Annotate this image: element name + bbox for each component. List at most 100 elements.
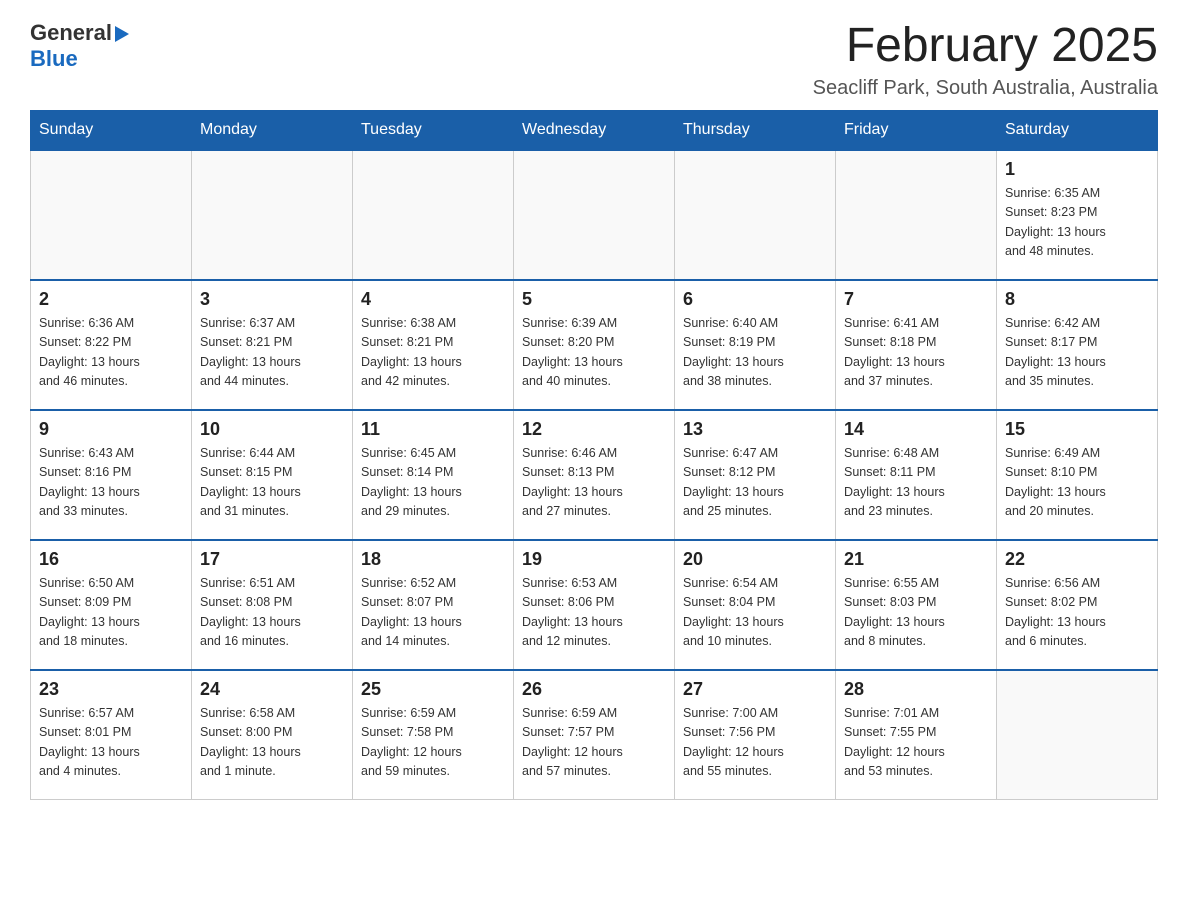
- calendar-week-row: 16 Sunrise: 6:50 AM Sunset: 8:09 PM Dayli…: [31, 540, 1158, 670]
- day-info: Sunrise: 7:01 AM Sunset: 7:55 PM Dayligh…: [844, 704, 988, 782]
- day-info: Sunrise: 6:37 AM Sunset: 8:21 PM Dayligh…: [200, 314, 344, 392]
- day-number: 20: [683, 549, 827, 570]
- weekday-header-wednesday: Wednesday: [514, 110, 675, 150]
- day-info: Sunrise: 6:58 AM Sunset: 8:00 PM Dayligh…: [200, 704, 344, 782]
- calendar-cell: 27 Sunrise: 7:00 AM Sunset: 7:56 PM Dayli…: [675, 670, 836, 800]
- title-block: February 2025 Seacliff Park, South Austr…: [813, 20, 1158, 100]
- day-number: 1: [1005, 159, 1149, 180]
- weekday-header-tuesday: Tuesday: [353, 110, 514, 150]
- weekday-header-sunday: Sunday: [31, 110, 192, 150]
- logo-general-text: General: [30, 20, 112, 46]
- calendar-table: SundayMondayTuesdayWednesdayThursdayFrid…: [30, 110, 1158, 801]
- calendar-cell: 12 Sunrise: 6:46 AM Sunset: 8:13 PM Dayli…: [514, 410, 675, 540]
- calendar-cell: 6 Sunrise: 6:40 AM Sunset: 8:19 PM Daylig…: [675, 280, 836, 410]
- day-number: 4: [361, 289, 505, 310]
- day-info: Sunrise: 6:36 AM Sunset: 8:22 PM Dayligh…: [39, 314, 183, 392]
- month-title: February 2025: [813, 20, 1158, 73]
- day-number: 14: [844, 419, 988, 440]
- calendar-cell: 8Sunrise: 6:42 AM Sunset: 8:17 PM Daylig…: [997, 280, 1158, 410]
- day-number: 24: [200, 679, 344, 700]
- day-info: Sunrise: 6:40 AM Sunset: 8:19 PM Dayligh…: [683, 314, 827, 392]
- day-number: 2: [39, 289, 183, 310]
- day-number: 10: [200, 419, 344, 440]
- day-number: 9: [39, 419, 183, 440]
- day-number: 26: [522, 679, 666, 700]
- calendar-cell: 15 Sunrise: 6:49 AM Sunset: 8:10 PM Dayli…: [997, 410, 1158, 540]
- calendar-week-row: 23 Sunrise: 6:57 AM Sunset: 8:01 PM Dayli…: [31, 670, 1158, 800]
- day-info: Sunrise: 6:47 AM Sunset: 8:12 PM Dayligh…: [683, 444, 827, 522]
- calendar-cell: 21 Sunrise: 6:55 AM Sunset: 8:03 PM Dayli…: [836, 540, 997, 670]
- weekday-header-saturday: Saturday: [997, 110, 1158, 150]
- day-number: 27: [683, 679, 827, 700]
- day-number: 19: [522, 549, 666, 570]
- calendar-cell: 3 Sunrise: 6:37 AM Sunset: 8:21 PM Daylig…: [192, 280, 353, 410]
- day-info: Sunrise: 6:51 AM Sunset: 8:08 PM Dayligh…: [200, 574, 344, 652]
- calendar-cell: 7 Sunrise: 6:41 AM Sunset: 8:18 PM Daylig…: [836, 280, 997, 410]
- calendar-cell: 5 Sunrise: 6:39 AM Sunset: 8:20 PM Daylig…: [514, 280, 675, 410]
- calendar-cell: 1Sunrise: 6:35 AM Sunset: 8:23 PM Daylig…: [997, 150, 1158, 280]
- calendar-week-row: 1Sunrise: 6:35 AM Sunset: 8:23 PM Daylig…: [31, 150, 1158, 280]
- calendar-cell: 16 Sunrise: 6:50 AM Sunset: 8:09 PM Dayli…: [31, 540, 192, 670]
- calendar-cell: [675, 150, 836, 280]
- day-info: Sunrise: 6:46 AM Sunset: 8:13 PM Dayligh…: [522, 444, 666, 522]
- day-number: 5: [522, 289, 666, 310]
- day-number: 25: [361, 679, 505, 700]
- day-number: 18: [361, 549, 505, 570]
- day-info: Sunrise: 6:56 AM Sunset: 8:02 PM Dayligh…: [1005, 574, 1149, 652]
- day-info: Sunrise: 6:43 AM Sunset: 8:16 PM Dayligh…: [39, 444, 183, 522]
- calendar-header-row: SundayMondayTuesdayWednesdayThursdayFrid…: [31, 110, 1158, 150]
- logo-triangle-icon: [115, 26, 129, 42]
- day-info: Sunrise: 6:49 AM Sunset: 8:10 PM Dayligh…: [1005, 444, 1149, 522]
- calendar-cell: 25 Sunrise: 6:59 AM Sunset: 7:58 PM Dayli…: [353, 670, 514, 800]
- calendar-cell: 13Sunrise: 6:47 AM Sunset: 8:12 PM Dayli…: [675, 410, 836, 540]
- calendar-cell: [353, 150, 514, 280]
- calendar-cell: 18 Sunrise: 6:52 AM Sunset: 8:07 PM Dayli…: [353, 540, 514, 670]
- calendar-cell: 11Sunrise: 6:45 AM Sunset: 8:14 PM Dayli…: [353, 410, 514, 540]
- day-number: 23: [39, 679, 183, 700]
- day-number: 16: [39, 549, 183, 570]
- calendar-cell: 20 Sunrise: 6:54 AM Sunset: 8:04 PM Dayli…: [675, 540, 836, 670]
- day-number: 11: [361, 419, 505, 440]
- calendar-cell: [997, 670, 1158, 800]
- day-info: Sunrise: 6:38 AM Sunset: 8:21 PM Dayligh…: [361, 314, 505, 392]
- day-info: Sunrise: 6:44 AM Sunset: 8:15 PM Dayligh…: [200, 444, 344, 522]
- logo: General Blue: [30, 20, 129, 72]
- day-info: Sunrise: 6:39 AM Sunset: 8:20 PM Dayligh…: [522, 314, 666, 392]
- day-number: 17: [200, 549, 344, 570]
- day-number: 6: [683, 289, 827, 310]
- weekday-header-friday: Friday: [836, 110, 997, 150]
- calendar-cell: 26Sunrise: 6:59 AM Sunset: 7:57 PM Dayli…: [514, 670, 675, 800]
- day-info: Sunrise: 6:53 AM Sunset: 8:06 PM Dayligh…: [522, 574, 666, 652]
- calendar-cell: 19 Sunrise: 6:53 AM Sunset: 8:06 PM Dayli…: [514, 540, 675, 670]
- calendar-cell: 28Sunrise: 7:01 AM Sunset: 7:55 PM Dayli…: [836, 670, 997, 800]
- calendar-cell: 22 Sunrise: 6:56 AM Sunset: 8:02 PM Dayli…: [997, 540, 1158, 670]
- day-info: Sunrise: 6:41 AM Sunset: 8:18 PM Dayligh…: [844, 314, 988, 392]
- day-info: Sunrise: 6:42 AM Sunset: 8:17 PM Dayligh…: [1005, 314, 1149, 392]
- day-number: 12: [522, 419, 666, 440]
- calendar-cell: 4 Sunrise: 6:38 AM Sunset: 8:21 PM Daylig…: [353, 280, 514, 410]
- calendar-cell: [31, 150, 192, 280]
- calendar-cell: 24 Sunrise: 6:58 AM Sunset: 8:00 PM Dayli…: [192, 670, 353, 800]
- day-info: Sunrise: 6:59 AM Sunset: 7:58 PM Dayligh…: [361, 704, 505, 782]
- day-info: Sunrise: 6:54 AM Sunset: 8:04 PM Dayligh…: [683, 574, 827, 652]
- day-number: 7: [844, 289, 988, 310]
- day-info: Sunrise: 6:57 AM Sunset: 8:01 PM Dayligh…: [39, 704, 183, 782]
- calendar-cell: 9 Sunrise: 6:43 AM Sunset: 8:16 PM Daylig…: [31, 410, 192, 540]
- logo-blue-text: Blue: [30, 46, 78, 71]
- calendar-cell: 2 Sunrise: 6:36 AM Sunset: 8:22 PM Daylig…: [31, 280, 192, 410]
- day-info: Sunrise: 6:50 AM Sunset: 8:09 PM Dayligh…: [39, 574, 183, 652]
- day-number: 15: [1005, 419, 1149, 440]
- calendar-cell: [514, 150, 675, 280]
- day-number: 3: [200, 289, 344, 310]
- calendar-cell: [836, 150, 997, 280]
- calendar-week-row: 9 Sunrise: 6:43 AM Sunset: 8:16 PM Daylig…: [31, 410, 1158, 540]
- location-title: Seacliff Park, South Australia, Australi…: [813, 77, 1158, 100]
- weekday-header-monday: Monday: [192, 110, 353, 150]
- day-number: 21: [844, 549, 988, 570]
- day-number: 22: [1005, 549, 1149, 570]
- day-info: Sunrise: 7:00 AM Sunset: 7:56 PM Dayligh…: [683, 704, 827, 782]
- weekday-header-thursday: Thursday: [675, 110, 836, 150]
- day-info: Sunrise: 6:52 AM Sunset: 8:07 PM Dayligh…: [361, 574, 505, 652]
- day-info: Sunrise: 6:55 AM Sunset: 8:03 PM Dayligh…: [844, 574, 988, 652]
- calendar-cell: 10 Sunrise: 6:44 AM Sunset: 8:15 PM Dayli…: [192, 410, 353, 540]
